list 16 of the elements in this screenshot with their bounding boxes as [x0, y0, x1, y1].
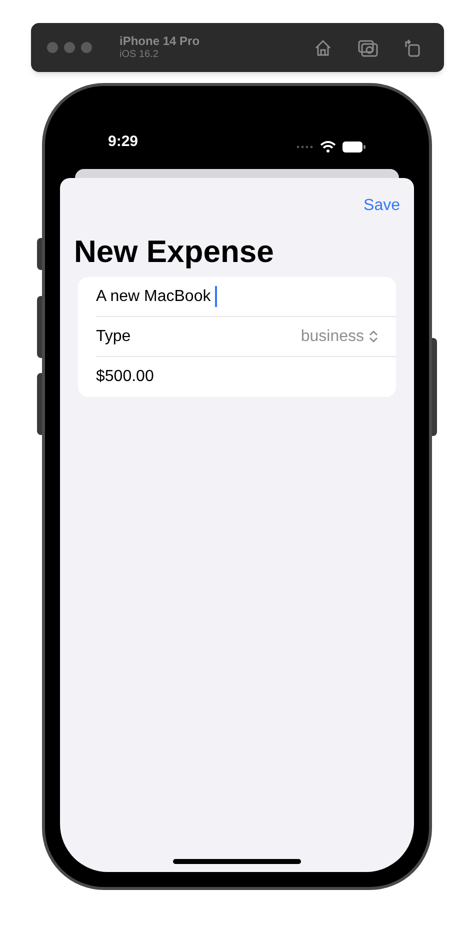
status-time: 9:29 — [108, 132, 138, 152]
text-field[interactable]: A new MacBook — [96, 277, 396, 317]
rotate-icon[interactable] — [404, 38, 420, 56]
text-field[interactable]: $500.00 — [96, 357, 396, 397]
camera-icon[interactable] — [358, 38, 378, 56]
home-icon[interactable] — [314, 38, 332, 56]
chevron-up-down-icon — [369, 330, 378, 343]
type-label: Type — [96, 326, 131, 346]
page-title: New Expense — [73, 236, 275, 267]
wifi-icon — [320, 141, 336, 153]
signal-icon — [296, 145, 314, 149]
os-version: iOS 16.2 — [120, 48, 160, 62]
text-cursor — [214, 286, 217, 307]
save-button[interactable]: Save — [364, 194, 400, 218]
device-name: iPhone 14 Pro — [120, 34, 200, 49]
battery-icon — [342, 141, 366, 153]
